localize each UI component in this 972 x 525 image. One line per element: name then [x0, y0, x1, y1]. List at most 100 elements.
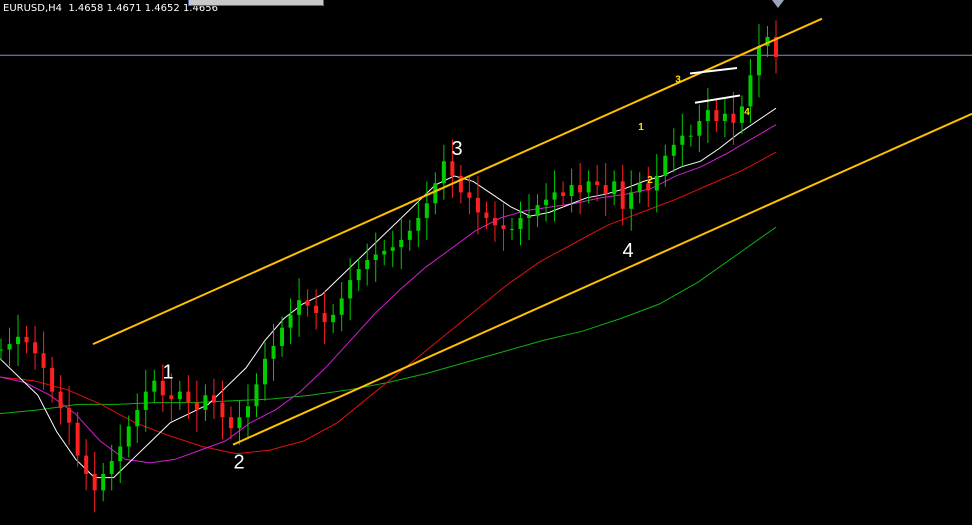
candle-body: [263, 358, 268, 385]
candle-body: [118, 446, 123, 462]
candle-body: [254, 384, 259, 407]
wave-label-large: 3: [451, 138, 462, 160]
candle-body: [84, 455, 89, 474]
candle-body: [67, 408, 72, 423]
candle-body: [297, 300, 302, 315]
candle-body: [731, 113, 736, 123]
flag-upper-line: [689, 67, 738, 75]
candle-body: [390, 247, 395, 251]
candle-body: [143, 391, 148, 410]
candle-body: [58, 391, 63, 409]
candle-body: [578, 185, 583, 193]
candle-body: [399, 239, 404, 248]
candle-body: [356, 269, 361, 281]
candle-body: [569, 185, 574, 197]
candle-body: [637, 183, 642, 193]
candle-body: [24, 336, 29, 343]
channel-upper-line: [92, 17, 823, 346]
candle-body: [697, 121, 702, 136]
candle-body: [7, 344, 12, 350]
candle-body: [680, 135, 685, 145]
candle-body: [237, 417, 242, 429]
wave-label-large: 1: [162, 361, 173, 383]
candle-body: [135, 409, 140, 427]
wave-label-large: 4: [622, 240, 633, 262]
candle-body: [101, 473, 106, 491]
candle-body: [75, 422, 80, 456]
candle-body: [484, 212, 489, 218]
wave-label-small: 2: [647, 175, 653, 186]
candle-body: [714, 110, 719, 122]
candle-body: [748, 75, 753, 107]
candle-body: [654, 175, 659, 191]
candle-body: [33, 342, 38, 354]
candle-body: [612, 181, 617, 195]
candle-body: [194, 402, 199, 410]
candle-body: [228, 417, 233, 429]
candle-body: [552, 192, 557, 200]
candle-body: [339, 298, 344, 315]
candle-body: [211, 395, 216, 403]
candle-body: [92, 473, 97, 491]
candle-body: [16, 336, 21, 345]
candle-body: [305, 300, 310, 306]
candle-body: [41, 353, 46, 368]
candle-body: [424, 203, 429, 218]
candle-body: [586, 181, 591, 193]
candle-body: [416, 217, 421, 231]
candle-body: [348, 280, 353, 299]
candle-body: [509, 228, 514, 230]
candle-body: [688, 135, 693, 137]
candle-body: [527, 216, 532, 218]
candle-body: [109, 461, 114, 474]
candle-body: [620, 181, 625, 209]
wave-label-small: 4: [744, 107, 750, 118]
candle-body: [475, 197, 480, 213]
candle-body: [705, 110, 710, 122]
ma-red-line: [0, 151, 777, 455]
candle-body: [50, 367, 55, 392]
channel-lower-line: [232, 112, 972, 446]
candle-body: [177, 391, 182, 399]
candle-body: [373, 254, 378, 260]
ma-white-line: [0, 107, 777, 479]
candle-body: [450, 161, 455, 176]
wave-label-large: 2: [233, 452, 244, 474]
wave-label-small: 3: [675, 74, 681, 85]
candle-body: [561, 192, 566, 197]
candle-body: [441, 161, 446, 184]
candle-body: [271, 345, 276, 359]
candle-body: [126, 426, 131, 447]
candle-body: [629, 192, 634, 209]
candle-body: [203, 395, 208, 410]
candle-body: [671, 144, 676, 156]
candle-body: [595, 181, 600, 186]
ma-green-line: [0, 226, 777, 415]
candle-body: [382, 250, 387, 255]
candle-body: [722, 113, 727, 122]
candle-body: [186, 391, 191, 403]
candle-body: [365, 260, 370, 270]
candle-body: [169, 395, 174, 399]
candle-body: [603, 185, 608, 195]
candle-body: [331, 314, 336, 323]
candle-body: [433, 183, 438, 204]
candle-body: [407, 230, 412, 240]
candle-body: [322, 313, 327, 323]
candle-body: [544, 199, 549, 206]
candle-body: [501, 225, 506, 229]
candle-body: [220, 402, 225, 418]
candle-body: [288, 314, 293, 328]
price-chart[interactable]: 1 2 3 4 1 2 3 4: [0, 0, 972, 525]
candle-body: [663, 155, 668, 176]
candle-body: [535, 205, 540, 217]
candle-body: [0, 349, 3, 351]
candle-body: [280, 327, 285, 346]
candle-body: [152, 380, 157, 392]
candle-body: [314, 305, 319, 314]
candle-body: [518, 217, 523, 229]
candle-body: [467, 192, 472, 198]
candle-body: [756, 46, 761, 76]
candle-body: [492, 217, 497, 226]
wave-label-small: 1: [638, 122, 644, 133]
